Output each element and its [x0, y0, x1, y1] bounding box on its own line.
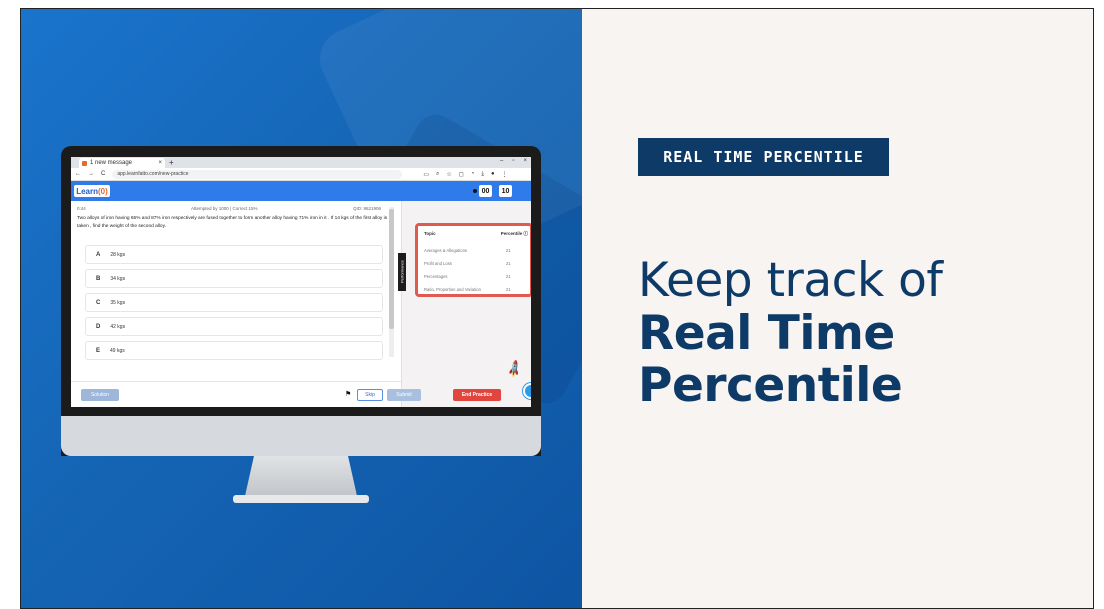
topic-header: Topic: [424, 231, 436, 236]
topic-cell: Averages & Allegations: [424, 248, 467, 253]
option-text: 42 kgs: [110, 323, 126, 330]
new-tab-button[interactable]: +: [169, 158, 174, 167]
question-id: QID: 8621906: [353, 206, 382, 211]
minimize-button[interactable]: –: [500, 158, 503, 164]
table-row: Percentages 21: [424, 274, 528, 279]
option-text: 28 kgs: [110, 251, 126, 258]
option-letter: E: [96, 347, 101, 354]
info-icon[interactable]: ⓘ: [524, 231, 529, 236]
option-letter: C: [96, 299, 101, 306]
option-e[interactable]: E 49 kgs: [85, 341, 383, 360]
solution-button[interactable]: Solution: [81, 389, 119, 401]
question-area: 0:44 Attempted by 1000 | Correct 15% QID…: [71, 201, 401, 381]
percentile-table: Topic Percentile ⓘ Averages & Allegation…: [415, 223, 531, 297]
table-row: Averages & Allegations 21: [424, 248, 528, 253]
headline: Keep track of Real Time Percentile: [638, 253, 1078, 414]
percentile-header: Percentile ⓘ: [500, 231, 529, 236]
browser-tabstrip: 1 new message × + – ▫ ×: [71, 157, 531, 168]
monitor-base: [233, 495, 369, 503]
performance-toggle-label: Performance: [399, 260, 405, 284]
learn-logo[interactable]: Learn (0): [74, 185, 110, 197]
question-timer: 0:44: [77, 206, 86, 211]
table-row: Ratio, Proportion and Variation 21: [424, 287, 528, 292]
back-icon[interactable]: ←: [75, 171, 81, 177]
skip-button[interactable]: Skip: [357, 389, 383, 401]
extension-icon[interactable]: ◻: [459, 171, 464, 178]
option-text: 34 kgs: [110, 275, 126, 282]
profile-icon[interactable]: ●: [491, 171, 495, 178]
option-text: 35 kgs: [110, 299, 126, 306]
percentile-cell: 21: [506, 274, 511, 279]
monitor-stand: [245, 456, 357, 496]
percentile-cell: 21: [506, 287, 511, 292]
percentile-cell: 21: [506, 248, 511, 253]
slide: 1 new message × + – ▫ × ← → C app.learnf…: [20, 8, 1094, 609]
star-icon[interactable]: ☆: [446, 171, 451, 178]
option-letter: D: [96, 323, 101, 330]
topic-cell: Profit and Loss: [424, 261, 452, 266]
submit-button[interactable]: Submit: [387, 389, 421, 401]
zoom-icon[interactable]: ⌕: [436, 171, 439, 178]
browser-tab[interactable]: 1 new message ×: [79, 158, 165, 168]
scrollbar-thumb[interactable]: [389, 209, 394, 329]
monitor-chin: [61, 416, 541, 456]
percentile-cell: 21: [506, 261, 511, 266]
option-d[interactable]: D 42 kgs: [85, 317, 383, 336]
attempt-stats: Attempted by 1000 | Correct 15%: [191, 206, 258, 211]
timer-icon: [473, 189, 477, 193]
bottom-action-bar: [71, 381, 401, 407]
blue-panel: 1 new message × + – ▫ × ← → C app.learnf…: [21, 9, 582, 608]
headline-line-1: Keep track of: [638, 253, 943, 308]
history-icon[interactable]: ◔: [471, 171, 475, 178]
headline-line-2: Real Time: [638, 305, 895, 361]
url-text: app.learnfatto.com/new-practice: [117, 171, 189, 177]
logo-text: Learn: [76, 186, 98, 196]
url-field[interactable]: app.learnfatto.com/new-practice: [112, 169, 403, 179]
menu-icon[interactable]: ⋮: [502, 171, 508, 178]
option-letter: A: [96, 251, 101, 258]
download-icon[interactable]: ⤓: [481, 171, 484, 178]
end-practice-button[interactable]: End Practice: [453, 389, 501, 401]
topic-cell: Ratio, Proportion and Variation: [424, 287, 481, 292]
performance-toggle[interactable]: Performance: [398, 253, 406, 291]
text-panel: REAL TIME PERCENTILE Keep track of Real …: [582, 9, 1093, 608]
app-header: Learn (0) 00 10: [71, 181, 531, 201]
option-a[interactable]: A 28 kgs: [85, 245, 383, 264]
timer-seconds: 10: [499, 185, 512, 197]
cast-icon[interactable]: ▭: [423, 171, 429, 178]
topic-cell: Percentages: [424, 274, 448, 279]
address-bar: ← → C app.learnfatto.com/new-practice ▭ …: [71, 168, 531, 181]
window-controls: – ▫ ×: [500, 158, 527, 164]
option-text: 49 kgs: [110, 347, 125, 354]
tab-close-icon[interactable]: ×: [158, 160, 162, 166]
forward-icon[interactable]: →: [88, 171, 94, 177]
logo-accent: (0): [98, 186, 108, 196]
monitor-screen: 1 new message × + – ▫ × ← → C app.learnf…: [71, 157, 531, 407]
favicon-icon: [82, 160, 87, 166]
maximize-button[interactable]: ▫: [512, 158, 514, 164]
option-c[interactable]: C 35 kgs: [85, 293, 383, 312]
close-window-button[interactable]: ×: [523, 158, 527, 164]
question-text: Two alloys of iron having 65% and 87% ir…: [77, 216, 388, 229]
headline-line-3: Percentile: [638, 358, 903, 414]
option-letter: B: [96, 275, 101, 282]
table-row: Profit and Loss 21: [424, 261, 528, 266]
flag-icon[interactable]: ⚑: [345, 390, 351, 398]
browser-toolbar-icons: ▭ ⌕ ☆ ◻ ◔ ⤓ ● ⋮: [423, 171, 507, 178]
tab-title: 1 new message: [90, 160, 133, 166]
timer-minutes: 00: [479, 185, 492, 197]
section-badge: REAL TIME PERCENTILE: [638, 138, 889, 176]
reload-icon[interactable]: C: [101, 171, 105, 177]
percentile-table-header: Topic Percentile ⓘ: [424, 231, 528, 237]
option-b[interactable]: B 34 kgs: [85, 269, 383, 288]
